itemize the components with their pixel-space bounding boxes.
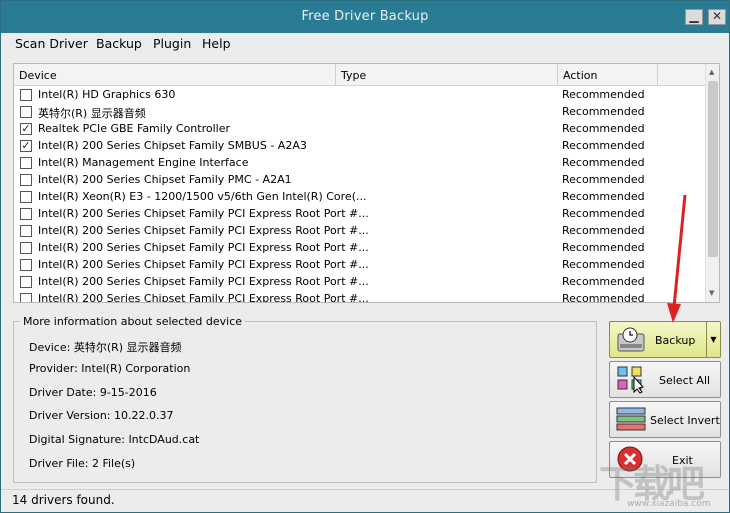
menu-plugin[interactable]: Plugin [153,36,191,51]
info-device: Device: 英特尔(R) 显示器音频 [29,341,182,354]
select-invert-icon [616,407,646,431]
row-checkbox[interactable]: ✓ [20,123,32,135]
row-checkbox[interactable] [20,208,32,220]
device-action: Recommended [562,190,645,203]
device-info-panel: More information about selected device D… [13,315,597,483]
device-action: Recommended [562,207,645,220]
select-invert-label: Select Invert [650,414,720,427]
table-row[interactable]: Intel(R) 200 Series Chipset Family PCI E… [14,206,706,223]
device-list[interactable]: Device Type Action Intel(R) HD Graphics … [13,63,720,303]
window-title: Free Driver Backup [301,9,429,24]
scroll-up-arrow-icon[interactable]: ▲ [709,68,714,76]
row-checkbox[interactable] [20,293,32,302]
info-driver-date: Driver Date: 9-15-2016 [29,386,157,399]
title-bar[interactable]: Free Driver Backup ▁ ✕ [1,1,729,33]
select-all-button[interactable]: Select All [609,361,721,398]
row-checkbox[interactable]: ✓ [20,140,32,152]
device-name: Intel(R) 200 Series Chipset Family SMBUS… [38,139,307,152]
device-name: Intel(R) 200 Series Chipset Family PCI E… [38,292,369,303]
app-window: Free Driver Backup ▁ ✕ Scan Driver Backu… [0,0,730,513]
table-row[interactable]: Intel(R) Management Engine Interface Reco… [14,155,706,172]
device-name: Intel(R) 200 Series Chipset Family PCI E… [38,207,369,220]
device-name: Realtek PCIe GBE Family Controller [38,122,231,135]
column-header-device[interactable]: Device [14,64,336,86]
device-action: Recommended [562,258,645,271]
device-action: Recommended [562,173,645,186]
device-name: Intel(R) HD Graphics 630 [38,88,176,101]
row-checkbox[interactable] [20,191,32,203]
device-action: Recommended [562,105,645,118]
backup-button[interactable]: Backup ▼ [609,321,721,358]
row-checkbox[interactable] [20,276,32,288]
row-checkbox[interactable] [20,225,32,237]
list-header: Device Type Action [14,64,706,86]
device-action: Recommended [562,275,645,288]
info-provider: Provider: Intel(R) Corporation [29,362,191,375]
backup-dropdown-arrow-icon[interactable]: ▼ [706,322,720,357]
table-row[interactable]: ✓ Intel(R) 200 Series Chipset Family SMBU… [14,138,706,155]
row-checkbox[interactable] [20,174,32,186]
menu-help[interactable]: Help [202,36,231,51]
menu-scan-driver[interactable]: Scan Driver [15,36,88,51]
device-name: Intel(R) Xeon(R) E3 - 1200/1500 v5/6th G… [38,190,367,203]
table-row[interactable]: Intel(R) 200 Series Chipset Family PCI E… [14,291,706,303]
row-checkbox[interactable] [20,106,32,118]
menu-backup[interactable]: Backup [96,36,142,51]
close-button[interactable]: ✕ [708,9,726,25]
row-checkbox[interactable] [20,242,32,254]
drive-clock-icon [617,327,645,352]
info-digital-signature: Digital Signature: IntcDAud.cat [29,433,200,446]
watermark-url: www.xiazaiba.com [627,499,711,509]
minimize-button[interactable]: ▁ [685,9,703,25]
row-checkbox[interactable] [20,89,32,101]
device-action: Recommended [562,292,645,303]
select-invert-button[interactable]: Select Invert [609,401,721,438]
device-name: Intel(R) 200 Series Chipset Family PCI E… [38,275,369,288]
device-action: Recommended [562,241,645,254]
device-action: Recommended [562,122,645,135]
device-name: Intel(R) 200 Series Chipset Family PCI E… [38,241,369,254]
device-name: Intel(R) 200 Series Chipset Family PMC -… [38,173,292,186]
device-name: Intel(R) 200 Series Chipset Family PCI E… [38,224,369,237]
scroll-down-arrow-icon[interactable]: ▼ [709,289,714,297]
row-checkbox[interactable] [20,157,32,169]
table-row[interactable]: ✓ Realtek PCIe GBE Family Controller Recom… [14,121,706,138]
device-action: Recommended [562,88,645,101]
vertical-scrollbar[interactable]: ▲ ▼ [705,64,719,302]
row-checkbox[interactable] [20,259,32,271]
table-row[interactable]: Intel(R) 200 Series Chipset Family PCI E… [14,274,706,291]
table-row[interactable]: Intel(R) 200 Series Chipset Family PCI E… [14,223,706,240]
info-driver-file: Driver File: 2 File(s) [29,457,136,470]
device-action: Recommended [562,139,645,152]
table-row[interactable]: Intel(R) HD Graphics 630 Recommended [14,87,706,104]
column-header-action[interactable]: Action [558,64,658,86]
device-action: Recommended [562,224,645,237]
status-text: 14 drivers found. [12,493,115,507]
info-driver-version: Driver Version: 10.22.0.37 [29,409,174,422]
select-all-icon [617,366,644,394]
select-all-label: Select All [659,374,711,387]
table-row[interactable]: Intel(R) 200 Series Chipset Family PCI E… [14,240,706,257]
info-legend: More information about selected device [20,315,246,328]
scroll-thumb[interactable] [708,81,718,257]
device-name: Intel(R) 200 Series Chipset Family PCI E… [38,258,369,271]
device-name: 英特尔(R) 显示器音频 [38,107,146,120]
table-row[interactable]: Intel(R) 200 Series Chipset Family PCI E… [14,257,706,274]
menu-bar: Scan Driver Backup Plugin Help [1,33,729,55]
table-row[interactable]: Intel(R) 200 Series Chipset Family PMC -… [14,172,706,189]
column-header-type[interactable]: Type [336,64,558,86]
table-row[interactable]: Intel(R) Xeon(R) E3 - 1200/1500 v5/6th G… [14,189,706,206]
device-name: Intel(R) Management Engine Interface [38,156,249,169]
backup-label: Backup [655,334,696,347]
device-action: Recommended [562,156,645,169]
table-row[interactable]: 英特尔(R) 显示器音频 Recommended [14,104,706,121]
